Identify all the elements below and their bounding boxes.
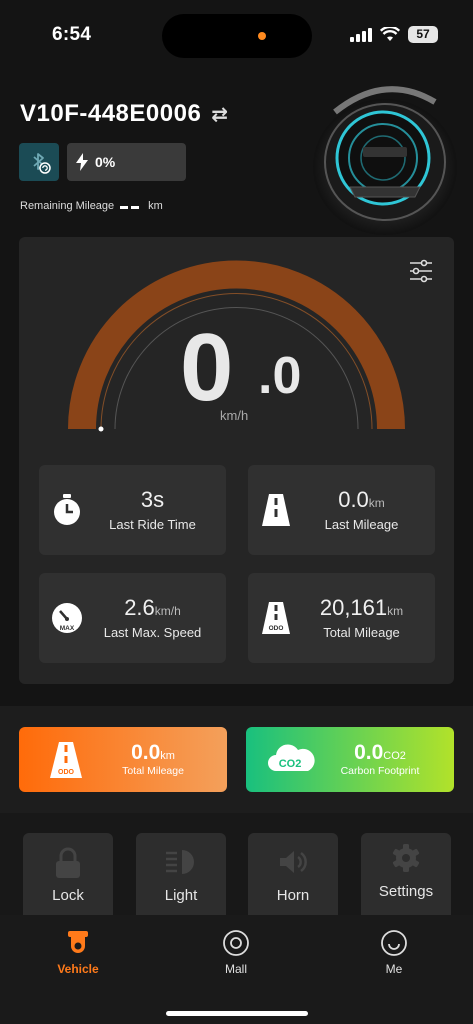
remaining-placeholder [120,200,142,212]
lock-button[interactable]: Lock [23,833,113,915]
tab-me[interactable]: Me [349,928,439,976]
road-icon [262,494,290,526]
me-icon [381,930,407,956]
remaining-unit: km [148,200,163,212]
carbon-footprint-label: Carbon Footprint [340,765,420,777]
swap-icon[interactable]: ⇄ [211,102,228,127]
carbon-footprint-card[interactable]: CO2 0.0CO2 Carbon Footprint [246,727,454,792]
stat-label: Last Mileage [324,517,399,532]
light-button[interactable]: Light [136,833,226,915]
lock-icon [56,847,80,878]
stopwatch-icon [54,494,80,525]
gauge-arc [68,260,405,430]
settings-button[interactable]: Settings [361,833,451,915]
vehicle-icon [68,931,88,953]
wifi-icon [380,27,400,41]
odometer-road-icon: ODO [262,602,290,634]
stat-value: 0.0km [338,487,385,512]
device-name-text: V10F-448E0006 [20,100,202,127]
lightning-icon [76,153,88,171]
svg-text:CO2: CO2 [279,758,302,770]
stat-last-mileage: 0.0km Last Mileage [248,465,435,555]
gauge-needle-dot [98,426,104,432]
status-icons: 57 [350,26,438,43]
control-label: Settings [378,883,434,900]
stat-last-ride-time: 3s Last Ride Time [39,465,226,555]
speed-value: 0 [180,314,233,421]
dynamic-island [162,14,312,58]
total-mileage-card[interactable]: ODO 0.0km Total Mileage [19,727,227,792]
svg-text:MAX: MAX [60,625,75,632]
carbon-footprint-value: 0.0CO2 [354,741,406,764]
unicycle-image [313,86,457,235]
control-label: Light [164,887,198,904]
signal-icon [350,27,372,42]
tab-label: Vehicle [57,962,99,976]
home-indicator [166,1011,308,1016]
stat-value: 3s [140,487,165,512]
speed-unit: km/h [220,408,249,423]
remaining-label: Remaining Mileage [20,200,115,212]
gear-icon [392,844,420,872]
svg-text:ODO: ODO [58,769,75,776]
svg-text:ODO: ODO [269,625,284,632]
stat-value: 2.6km/h [124,595,181,620]
bluetooth-icon [33,153,51,174]
status-time: 6:54 [52,24,92,45]
total-mileage-label: Total Mileage [122,765,184,777]
stat-label: Total Mileage [323,625,400,640]
control-label: Horn [276,887,310,904]
tab-mall[interactable]: Mall [191,928,281,976]
remaining-mileage: Remaining Mileage km [20,200,163,212]
tab-label: Me [385,962,403,976]
battery-indicator: 57 [408,26,438,43]
horn-button[interactable]: Horn [248,833,338,915]
stat-total-mileage: ODO 20,161km Total Mileage [248,573,435,663]
tab-vehicle[interactable]: Vehicle [33,928,123,976]
stat-last-max-speed: MAX 2.6km/h Last Max. Speed [39,573,226,663]
control-label: Lock [52,887,84,904]
total-mileage-value: 0.0km [131,741,175,764]
bluetooth-button[interactable] [19,143,59,181]
headlight-icon [166,850,194,874]
tab-label: Mall [224,962,247,976]
stat-value: 20,161km [319,595,404,620]
speed-decimal: .0 [258,347,302,405]
stat-label: Last Ride Time [109,517,196,532]
horn-icon [280,851,307,873]
wheel-battery-percent: 0% [95,154,116,170]
speedometer-max-icon: MAX [52,603,82,633]
device-name[interactable]: V10F-448E0006 ⇄ [20,100,229,128]
recording-indicator [258,32,266,40]
stat-label: Last Max. Speed [103,625,202,640]
wheel-battery: 0% [67,143,186,181]
mall-icon [223,930,249,956]
